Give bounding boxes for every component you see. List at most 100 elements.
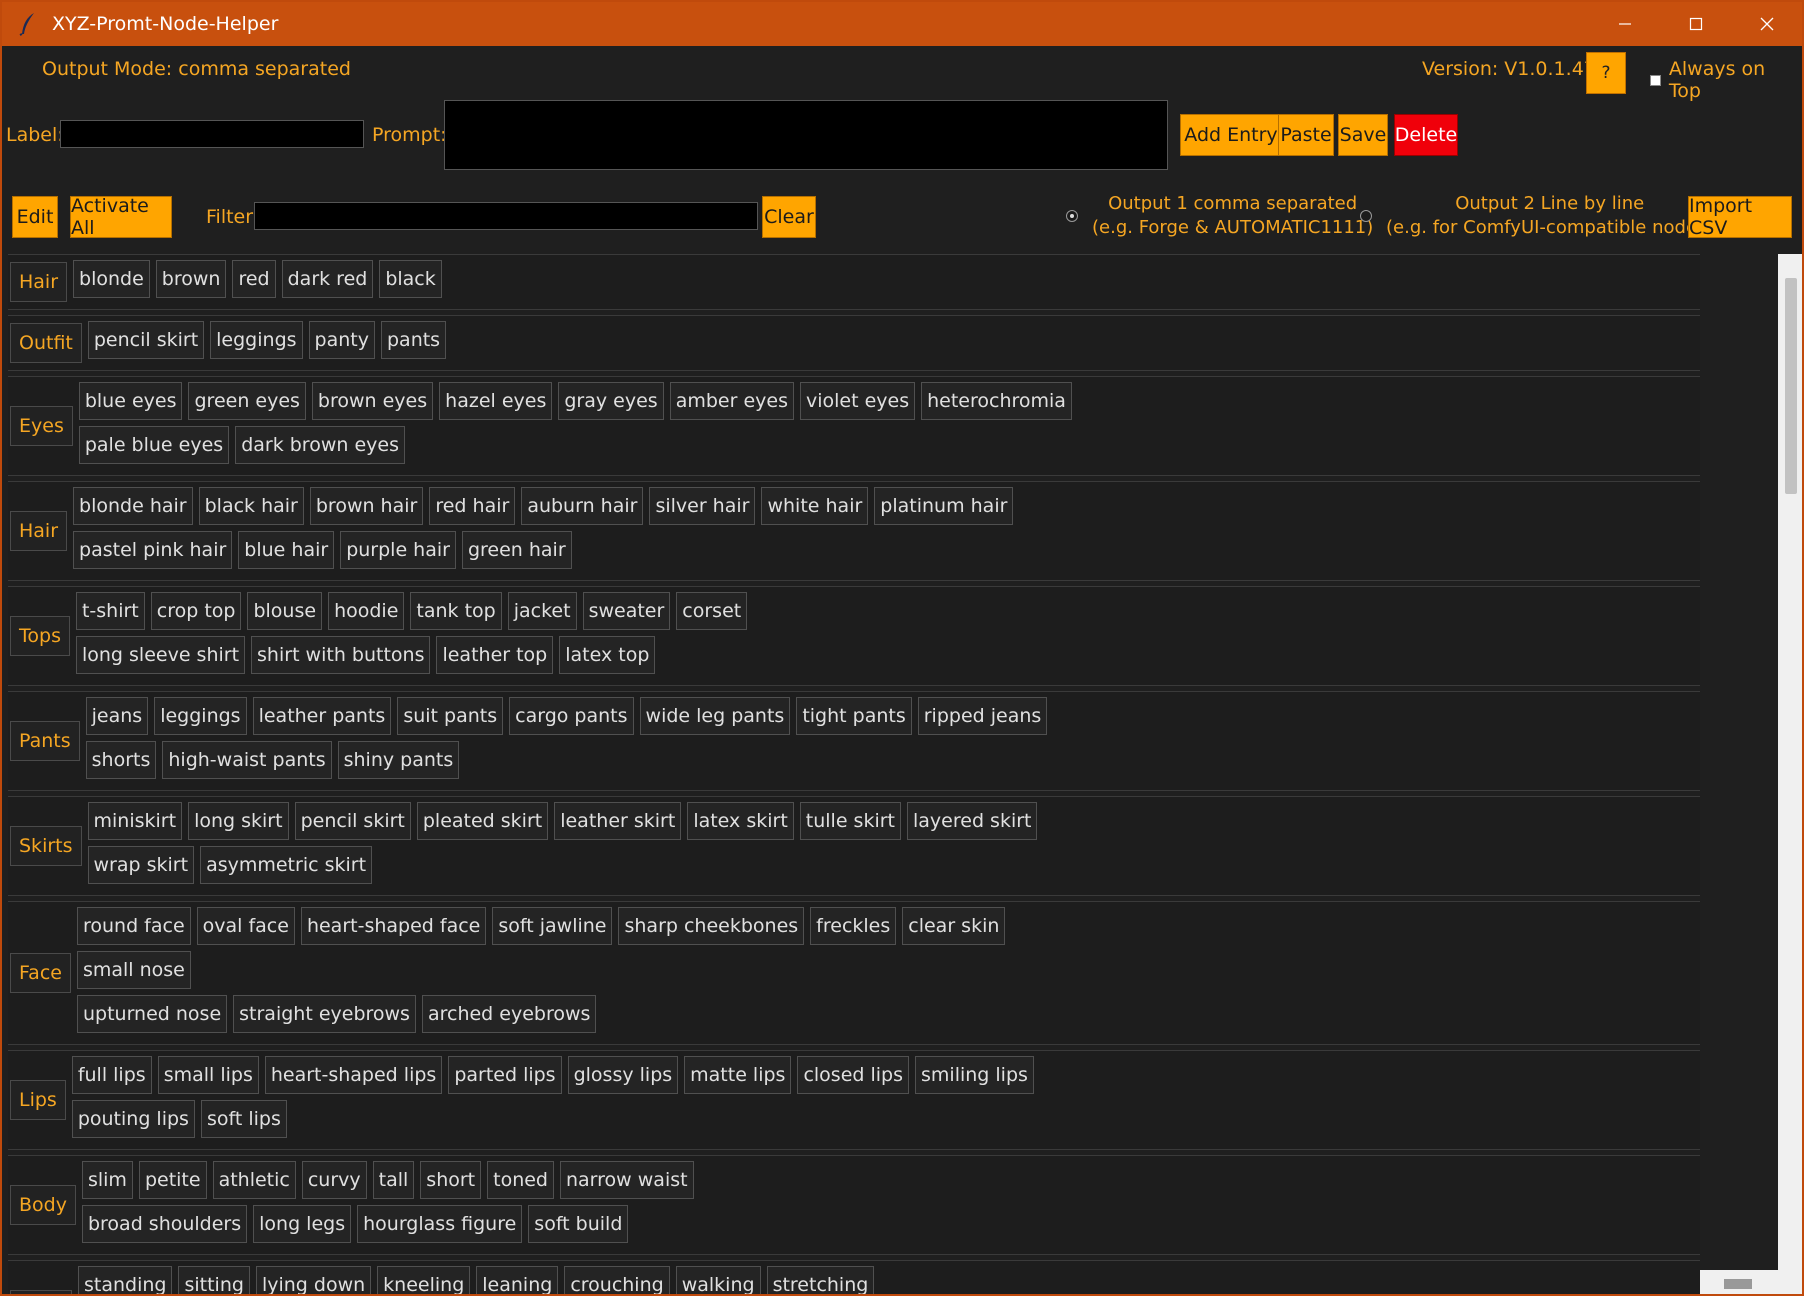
tag-button[interactable]: pastel pink hair xyxy=(73,531,233,569)
tag-button[interactable]: latex skirt xyxy=(687,802,794,840)
tag-button[interactable]: glossy lips xyxy=(567,1056,679,1094)
tag-button[interactable]: small lips xyxy=(157,1056,259,1094)
tag-button[interactable]: jacket xyxy=(507,592,577,630)
clear-button[interactable]: Clear xyxy=(762,196,816,238)
tag-button[interactable]: red xyxy=(232,260,276,298)
tag-button[interactable]: blonde hair xyxy=(73,487,193,525)
tag-button[interactable]: leggings xyxy=(210,321,303,359)
tag-button[interactable]: crop top xyxy=(150,592,242,630)
tag-button[interactable]: brown hair xyxy=(309,487,424,525)
tag-button[interactable]: layered skirt xyxy=(907,802,1038,840)
category-button[interactable]: Eyes xyxy=(10,406,73,446)
tag-button[interactable]: white hair xyxy=(761,487,869,525)
tag-button[interactable]: matte lips xyxy=(684,1056,792,1094)
tag-button[interactable]: gray eyes xyxy=(558,382,664,420)
tag-button[interactable]: slim xyxy=(81,1161,133,1199)
tag-button[interactable]: jeans xyxy=(85,697,149,735)
tag-button[interactable]: red hair xyxy=(429,487,516,525)
tag-button[interactable]: full lips xyxy=(71,1056,152,1094)
tag-button[interactable]: black xyxy=(379,260,442,298)
tag-button[interactable]: dark brown eyes xyxy=(235,426,405,464)
tag-button[interactable]: walking xyxy=(675,1266,761,1294)
tag-button[interactable]: soft jawline xyxy=(492,907,613,945)
tag-button[interactable]: pencil skirt xyxy=(87,321,205,359)
tag-button[interactable]: ripped jeans xyxy=(917,697,1048,735)
tag-button[interactable]: leather skirt xyxy=(554,802,682,840)
category-button[interactable]: Body xyxy=(10,1185,76,1225)
category-button[interactable]: Lips xyxy=(10,1080,66,1120)
add-entry-button[interactable]: Add Entry xyxy=(1180,114,1282,156)
tag-button[interactable]: leaning xyxy=(476,1266,559,1294)
output2-radio[interactable]: Output 2 Line by line (e.g. for ComfyUI-… xyxy=(1360,192,1713,240)
activate-all-button[interactable]: Activate All xyxy=(70,195,172,239)
tag-button[interactable]: closed lips xyxy=(797,1056,910,1094)
tag-button[interactable]: toned xyxy=(487,1161,554,1199)
tag-button[interactable]: smiling lips xyxy=(915,1056,1034,1094)
tag-button[interactable]: asymmetric skirt xyxy=(200,846,373,884)
tag-button[interactable]: kneeling xyxy=(377,1266,471,1294)
label-input[interactable] xyxy=(60,120,364,148)
tag-button[interactable]: lying down xyxy=(255,1266,372,1294)
tag-button[interactable]: small nose xyxy=(76,951,191,989)
tag-button[interactable]: short xyxy=(420,1161,482,1199)
tag-button[interactable]: shorts xyxy=(85,741,157,779)
tag-button[interactable]: miniskirt xyxy=(87,802,183,840)
horizontal-scrollbar[interactable] xyxy=(1700,1270,1778,1294)
filter-input[interactable] xyxy=(254,202,758,230)
tag-button[interactable]: brown eyes xyxy=(311,382,434,420)
save-button[interactable]: Save xyxy=(1338,114,1388,156)
tag-button[interactable]: leather pants xyxy=(252,697,392,735)
tag-button[interactable]: petite xyxy=(138,1161,207,1199)
tag-button[interactable]: pale blue eyes xyxy=(78,426,230,464)
tag-button[interactable]: brown xyxy=(155,260,227,298)
tag-button[interactable]: tank top xyxy=(410,592,502,630)
tag-button[interactable]: silver hair xyxy=(649,487,756,525)
maximize-button[interactable] xyxy=(1660,2,1731,46)
tag-button[interactable]: clear skin xyxy=(902,907,1006,945)
tag-button[interactable]: heart-shaped lips xyxy=(264,1056,443,1094)
tag-button[interactable]: auburn hair xyxy=(521,487,644,525)
tag-button[interactable]: leggings xyxy=(154,697,247,735)
paste-button[interactable]: Paste xyxy=(1278,114,1334,156)
tag-button[interactable]: sharp cheekbones xyxy=(618,907,805,945)
vertical-scroll-thumb[interactable] xyxy=(1785,278,1797,494)
close-button[interactable] xyxy=(1731,2,1802,46)
tag-button[interactable]: purple hair xyxy=(340,531,456,569)
tag-button[interactable]: freckles xyxy=(810,907,897,945)
tag-button[interactable]: wide leg pants xyxy=(639,697,791,735)
category-button[interactable]: Hair xyxy=(10,511,68,551)
minimize-button[interactable] xyxy=(1589,2,1660,46)
tag-button[interactable]: stretching xyxy=(766,1266,875,1294)
tag-button[interactable]: violet eyes xyxy=(799,382,916,420)
help-button[interactable]: ? xyxy=(1586,52,1626,94)
tag-button[interactable]: blue hair xyxy=(238,531,335,569)
tag-button[interactable]: athletic xyxy=(212,1161,296,1199)
tag-button[interactable]: sitting xyxy=(178,1266,250,1294)
tag-button[interactable]: standing xyxy=(78,1266,173,1294)
tag-button[interactable]: panty xyxy=(308,321,375,359)
category-button[interactable]: Hair xyxy=(10,262,68,302)
tag-button[interactable]: leather top xyxy=(436,636,554,674)
tag-button[interactable]: shirt with buttons xyxy=(251,636,431,674)
tag-button[interactable]: hazel eyes xyxy=(439,382,553,420)
tag-button[interactable]: curvy xyxy=(301,1161,367,1199)
tag-button[interactable]: black hair xyxy=(198,487,304,525)
tag-button[interactable]: shiny pants xyxy=(337,741,460,779)
edit-button[interactable]: Edit xyxy=(12,196,58,238)
tag-button[interactable]: round face xyxy=(76,907,191,945)
vertical-scrollbar[interactable] xyxy=(1778,254,1802,1294)
tag-button[interactable]: dark red xyxy=(281,260,374,298)
tag-button[interactable]: broad shoulders xyxy=(81,1205,248,1243)
tag-button[interactable]: pencil skirt xyxy=(294,802,411,840)
tag-button[interactable]: narrow waist xyxy=(560,1161,694,1199)
tag-button[interactable]: blonde xyxy=(73,260,150,298)
category-button[interactable]: Tops xyxy=(10,616,70,656)
tag-button[interactable]: hourglass figure xyxy=(357,1205,523,1243)
tag-button[interactable]: upturned nose xyxy=(76,995,228,1033)
tag-button[interactable]: tulle skirt xyxy=(799,802,901,840)
tag-button[interactable]: cargo pants xyxy=(509,697,634,735)
horizontal-scroll-thumb[interactable] xyxy=(1724,1279,1752,1289)
tag-button[interactable]: latex top xyxy=(559,636,656,674)
tag-button[interactable]: soft build xyxy=(528,1205,629,1243)
tag-button[interactable]: platinum hair xyxy=(874,487,1014,525)
